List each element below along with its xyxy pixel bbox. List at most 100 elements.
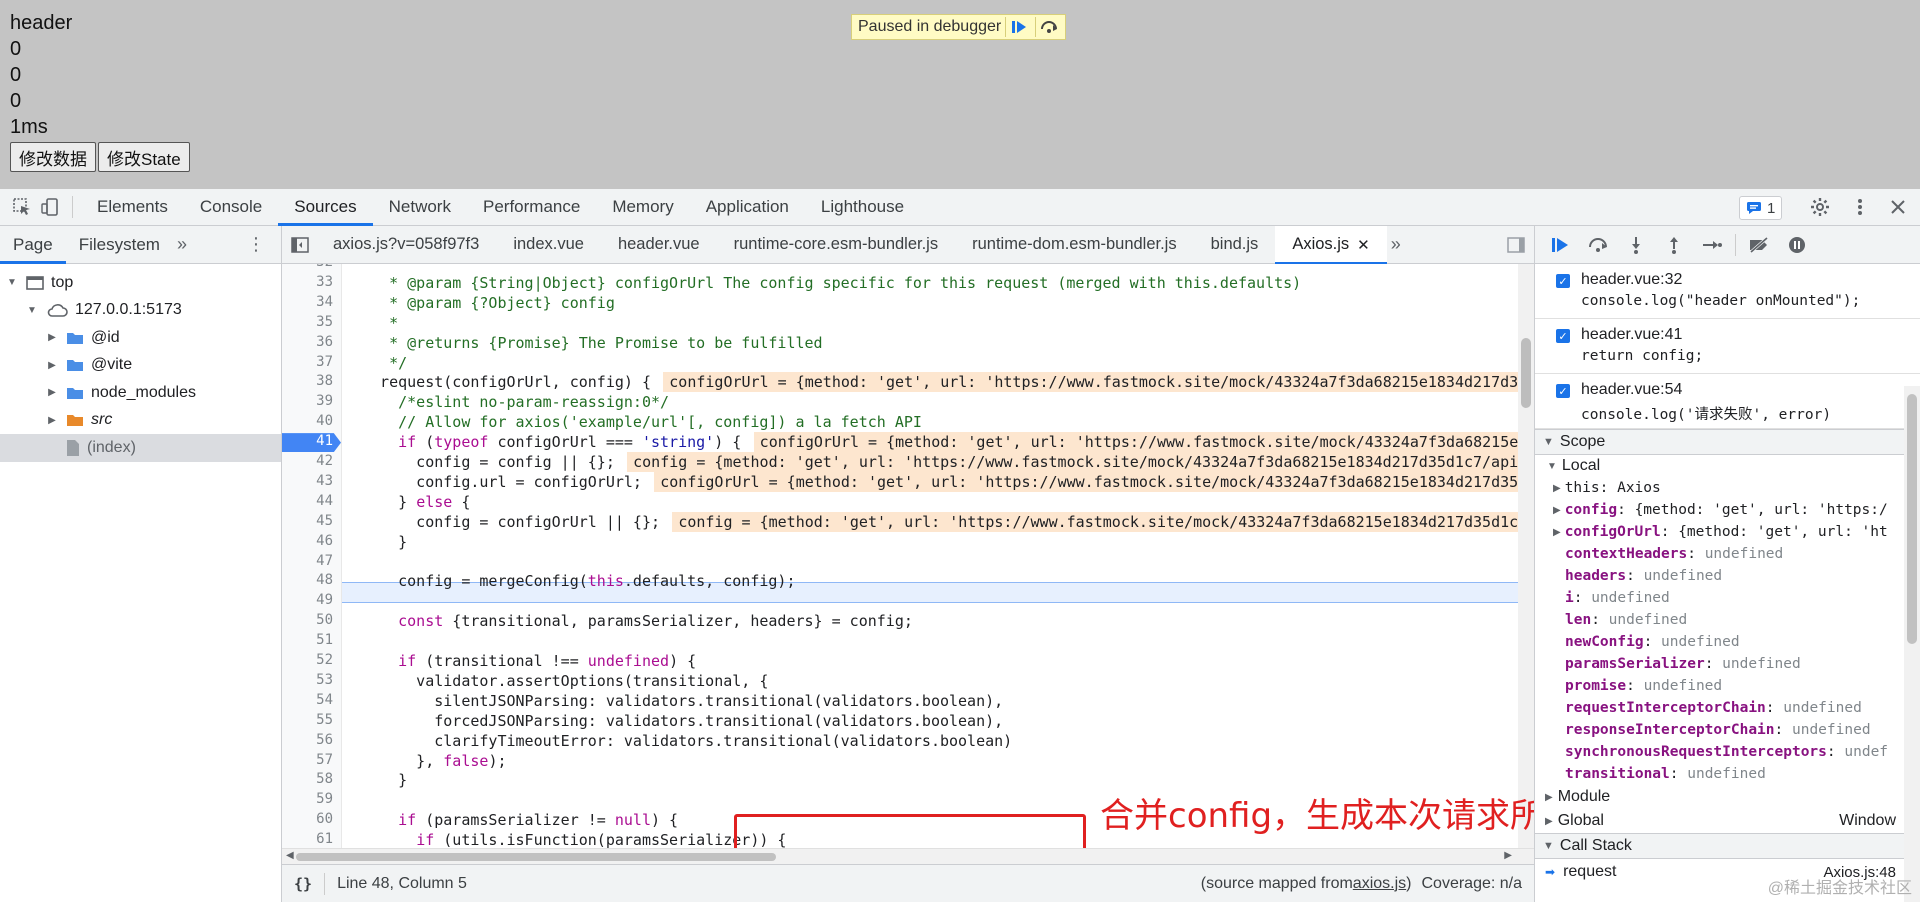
scope-variable[interactable]: synchronousRequestInterceptors: undef: [1535, 741, 1920, 763]
resume-icon[interactable]: [1005, 17, 1031, 37]
source-map-link[interactable]: axios.js: [1353, 875, 1406, 893]
scroll-left-icon[interactable]: ◀: [286, 850, 294, 861]
more-files-chevron-icon[interactable]: »: [1391, 234, 1401, 255]
line-number[interactable]: 54: [283, 692, 333, 708]
tab-lighthouse[interactable]: Lighthouse: [805, 189, 920, 226]
code-line[interactable]: if (utils.isFunction(paramsSerializer)) …: [362, 830, 786, 848]
code-line[interactable]: validator.assertOptions(transitional, {: [362, 671, 768, 691]
scroll-thumb[interactable]: [296, 853, 776, 861]
file-tab[interactable]: runtime-core.esm-bundler.js: [717, 226, 956, 264]
code-line[interactable]: config = mergeConfig(this.defaults, conf…: [362, 571, 795, 591]
line-number[interactable]: 45: [283, 513, 333, 529]
resume-icon[interactable]: [1541, 230, 1579, 260]
code-line[interactable]: const {transitional, paramsSerializer, h…: [362, 611, 913, 631]
scroll-thumb[interactable]: [1907, 394, 1917, 644]
navigator-menu-icon[interactable]: ⋮: [247, 234, 265, 255]
close-tab-icon[interactable]: ✕: [1357, 236, 1370, 254]
step-over-icon[interactable]: [1579, 230, 1617, 260]
step-into-icon[interactable]: [1617, 230, 1655, 260]
line-number[interactable]: 56: [283, 732, 333, 748]
breakpoint-item[interactable]: ✓ header.vue:32 console.log("header onMoun…: [1535, 264, 1920, 319]
editor-vertical-scrollbar[interactable]: [1518, 264, 1534, 848]
code-line[interactable]: }: [362, 770, 407, 790]
breakpoint-checkbox[interactable]: ✓: [1556, 274, 1570, 288]
step-out-icon[interactable]: [1655, 230, 1693, 260]
breakpoint-checkbox[interactable]: ✓: [1556, 384, 1570, 398]
tab-application[interactable]: Application: [690, 189, 805, 226]
scope-variable[interactable]: i: undefined: [1535, 587, 1920, 609]
file-tab[interactable]: bind.js: [1194, 226, 1276, 264]
expanded-triangle-icon[interactable]: ▼: [26, 305, 38, 316]
file-tab[interactable]: index.vue: [496, 226, 601, 264]
scope-module[interactable]: ▶ Module: [1535, 785, 1920, 809]
tree-item[interactable]: ▶ @id: [0, 324, 281, 352]
toggle-debugger-icon[interactable]: [1502, 231, 1530, 259]
step-icon[interactable]: [1693, 230, 1731, 260]
line-number[interactable]: 47: [283, 553, 333, 569]
scope-section-header[interactable]: ▼ Scope: [1535, 429, 1920, 455]
code-line[interactable]: // Allow for axios('example/url'[, confi…: [362, 412, 922, 432]
line-number[interactable]: 48: [283, 572, 333, 588]
file-tab[interactable]: runtime-dom.esm-bundler.js: [955, 226, 1194, 264]
modify-data-button[interactable]: 修改数据: [10, 142, 96, 172]
code-line[interactable]: if (paramsSerializer != null) {: [362, 810, 678, 830]
file-tab[interactable]: axios.js?v=058f97f3: [316, 226, 496, 264]
line-number[interactable]: 61: [283, 831, 333, 847]
scope-local-header[interactable]: ▼ Local: [1535, 455, 1920, 477]
modify-state-button[interactable]: 修改State: [98, 142, 190, 172]
line-number[interactable]: 59: [283, 791, 333, 807]
breakpoint-item[interactable]: ✓ header.vue:54 console.log('请求失败', error): [1535, 374, 1920, 429]
code-line[interactable]: */: [362, 353, 407, 373]
code-line[interactable]: clarifyTimeoutError: validators.transiti…: [362, 731, 1012, 751]
scope-variable[interactable]: paramsSerializer: undefined: [1535, 653, 1920, 675]
expanded-triangle-icon[interactable]: ▼: [6, 277, 18, 288]
tab-network[interactable]: Network: [373, 189, 467, 226]
pause-on-exceptions-icon[interactable]: [1778, 230, 1816, 260]
breakpoint-item[interactable]: ✓ header.vue:41 return config;: [1535, 319, 1920, 374]
more-tabs-chevron-icon[interactable]: »: [177, 234, 187, 255]
scope-variable[interactable]: len: undefined: [1535, 609, 1920, 631]
device-toolbar-icon[interactable]: [36, 193, 64, 221]
line-number[interactable]: 44: [283, 493, 333, 509]
tab-page[interactable]: Page: [0, 226, 66, 264]
scope-variable[interactable]: ▶ configOrUrl: {method: 'get', url: 'ht: [1535, 521, 1920, 543]
code-line[interactable]: } else {: [362, 492, 470, 512]
collapsed-triangle-icon[interactable]: ▶: [46, 360, 58, 371]
tab-filesystem[interactable]: Filesystem: [66, 226, 173, 264]
scroll-thumb[interactable]: [1521, 338, 1531, 408]
tab-memory[interactable]: Memory: [596, 189, 689, 226]
collapsed-triangle-icon[interactable]: ▶: [46, 387, 58, 398]
toggle-navigator-icon[interactable]: [286, 231, 314, 259]
line-number[interactable]: 46: [283, 533, 333, 549]
line-number[interactable]: 60: [283, 811, 333, 827]
code-line[interactable]: }, false);: [362, 751, 506, 771]
breakpoint-checkbox[interactable]: ✓: [1556, 329, 1570, 343]
tab-console[interactable]: Console: [184, 189, 278, 226]
scope-variable[interactable]: contextHeaders: undefined: [1535, 543, 1920, 565]
line-number[interactable]: 39: [283, 393, 333, 409]
line-number[interactable]: 42: [283, 453, 333, 469]
scope-variable[interactable]: requestInterceptorChain: undefined: [1535, 697, 1920, 719]
code-line[interactable]: }: [362, 532, 407, 552]
line-number[interactable]: 43: [283, 473, 333, 489]
line-number[interactable]: 32: [283, 264, 333, 270]
line-number[interactable]: 34: [283, 294, 333, 310]
code-line[interactable]: if (transitional !== undefined) {: [362, 651, 696, 671]
tab-performance[interactable]: Performance: [467, 189, 596, 226]
tab-sources[interactable]: Sources: [278, 189, 374, 226]
line-number-gutter[interactable]: 32 33 34 35 36 37 38 39 40 4142 43 44 45 46 47 48 49 50 51…: [282, 264, 342, 848]
breakpoint-marker[interactable]: 41: [282, 433, 341, 453]
code-area[interactable]: 32 33 34 35 36 37 38 39 40 4142 43 44 45 46 47 48 49 50 51…: [282, 264, 1534, 848]
code-line[interactable]: *: [362, 313, 398, 333]
line-number[interactable]: 49: [283, 592, 333, 608]
line-number[interactable]: 55: [283, 712, 333, 728]
code-line[interactable]: silentJSONParsing: validators.transition…: [362, 691, 1003, 711]
code-line[interactable]: * @param {String|Object} configOrUrl The…: [362, 273, 1301, 293]
tree-item[interactable]: ▼ 127.0.0.1:5173: [0, 297, 281, 325]
line-number[interactable]: 53: [283, 672, 333, 688]
scope-variable[interactable]: responseInterceptorChain: undefined: [1535, 719, 1920, 741]
line-number[interactable]: 58: [283, 771, 333, 787]
code-line[interactable]: forcedJSONParsing: validators.transition…: [362, 711, 1003, 731]
scope-variable[interactable]: headers: undefined: [1535, 565, 1920, 587]
line-number[interactable]: 35: [283, 314, 333, 330]
